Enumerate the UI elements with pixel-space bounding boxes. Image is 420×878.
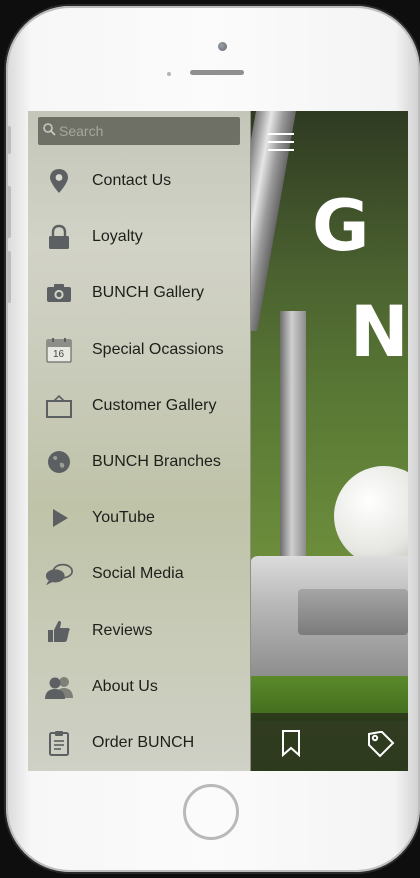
bottom-tab-bar [250,713,408,771]
globe-icon [44,447,74,477]
menu-item-label: Contact Us [92,172,172,190]
picture-frame-icon [44,391,74,421]
search-input[interactable] [59,123,229,139]
menu-item-label: Special Ocassions [92,340,224,358]
people-icon [44,672,74,702]
phone-screen: G N Contact Us [28,111,408,771]
menu-item-bunch-branches[interactable]: BUNCH Branches [28,434,250,490]
side-drawer: Contact Us Loyalty BUNCH Gallery 16 S [28,111,251,771]
camera-icon [44,278,74,308]
menu-item-order-bunch[interactable]: Order BUNCH [28,715,250,771]
volume-down-button [6,251,11,303]
menu-item-youtube[interactable]: YouTube [28,490,250,546]
hamburger-menu-button[interactable] [268,133,294,153]
tag-icon[interactable] [366,729,395,758]
menu-item-label: About Us [92,677,158,695]
menu-item-bunch-gallery[interactable]: BUNCH Gallery [28,265,250,321]
bookmark-icon[interactable] [278,729,304,758]
menu-item-loyalty[interactable]: Loyalty [28,209,250,265]
thumbs-up-icon [44,616,74,646]
menu-item-label: Loyalty [92,228,143,246]
home-button[interactable] [183,784,239,840]
menu-item-label: BUNCH Branches [92,453,221,471]
menu-item-label: YouTube [92,509,155,527]
chat-bubbles-icon [44,559,74,589]
volume-up-button [6,186,11,238]
menu-item-about-us[interactable]: About Us [28,659,250,715]
calendar-day: 16 [53,348,65,360]
menu-item-label: Reviews [92,621,153,639]
menu-item-contact-us[interactable]: Contact Us [28,153,250,209]
proximity-sensor [167,72,171,76]
menu-item-label: Social Media [92,565,184,583]
location-pin-icon [44,166,74,196]
menu-item-social-media[interactable]: Social Media [28,546,250,602]
golf-club-neck [280,311,306,571]
search-icon [42,122,56,141]
search-bar [38,117,240,145]
menu-item-label: Order BUNCH [92,733,195,751]
earpiece-speaker [190,70,244,75]
hero-title-line2: N [350,291,408,373]
menu-item-reviews[interactable]: Reviews [28,603,250,659]
front-camera [218,42,227,51]
menu-item-customer-gallery[interactable]: Customer Gallery [28,378,250,434]
play-icon [44,503,74,533]
mute-switch [6,126,11,154]
clipboard-icon [44,728,74,758]
drawer-menu: Contact Us Loyalty BUNCH Gallery 16 Spec… [28,153,250,771]
lock-icon [44,222,74,252]
hero-title-line1: G [312,185,372,267]
calendar-icon: 16 [44,335,74,365]
menu-item-label: BUNCH Gallery [92,284,205,302]
golf-club-face [298,589,408,635]
menu-item-special-ocassions[interactable]: 16 Special Ocassions [28,322,250,378]
menu-item-label: Customer Gallery [92,396,217,414]
